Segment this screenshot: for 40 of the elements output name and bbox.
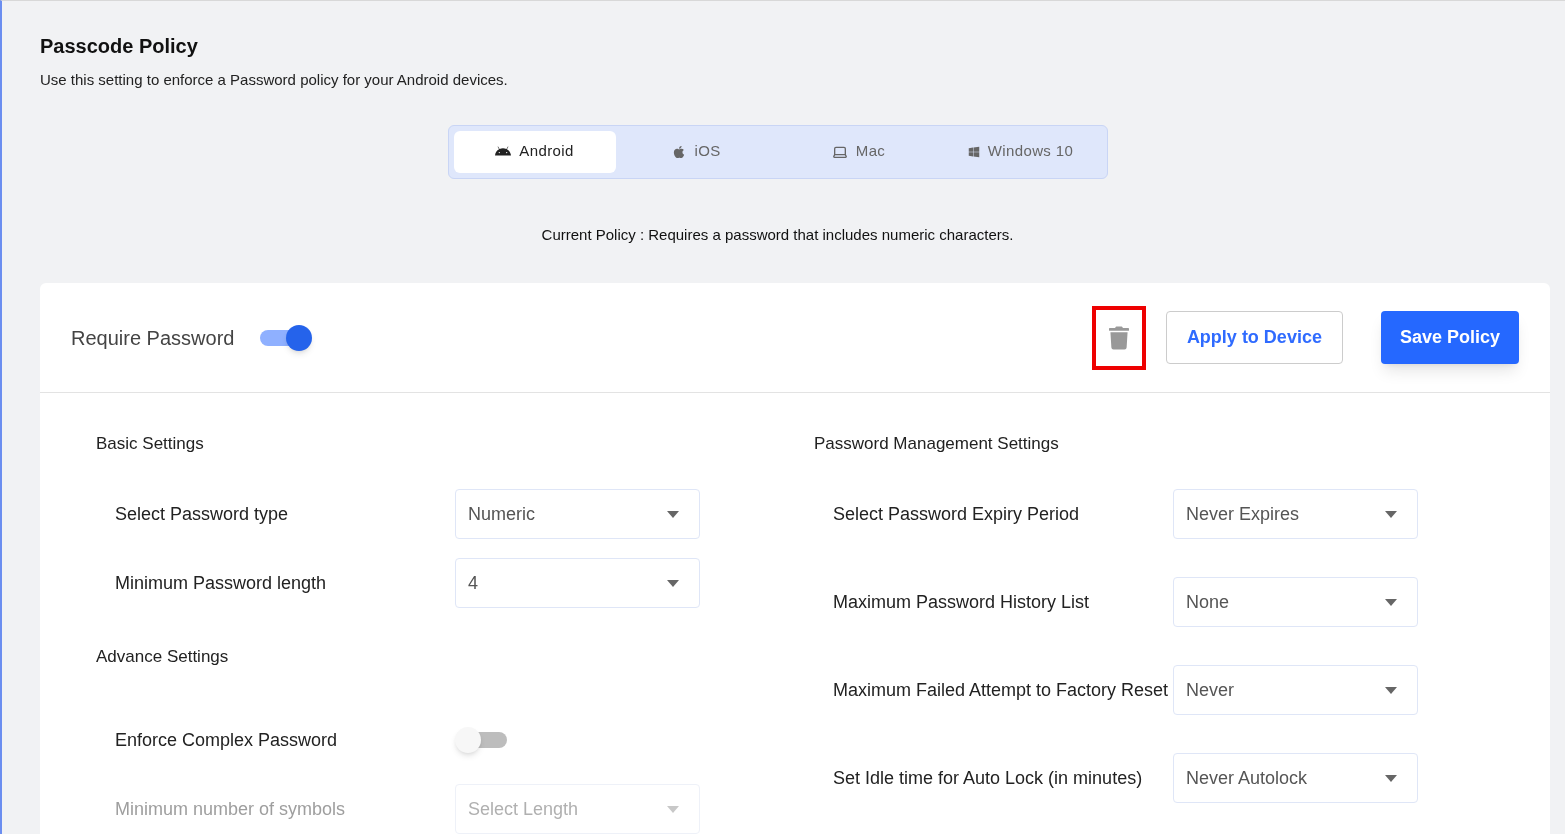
platform-tab[interactable]: Android [453,130,616,173]
section-heading: Advance Settings [96,646,230,668]
apply-to-device-button[interactable]: Apply to Device [1165,311,1343,364]
dropdown-field[interactable]: Never [1173,665,1418,715]
setting-label: Minimum Password length [115,572,328,595]
page-description: Use this setting to enforce a Password policy for your Android devices. [40,70,509,90]
windows-icon [967,145,980,158]
save-policy-button[interactable]: Save Policy [1380,311,1519,364]
platform-tab[interactable]: iOS [615,130,778,173]
setting-label: Maximum Failed Attempt to Factory Reset [833,679,1170,702]
dropdown-field[interactable]: None [1173,577,1418,627]
dropdown-field[interactable]: 4 [455,558,700,608]
setting-label: Select Password Expiry Period [833,503,1081,526]
dropdown-field[interactable]: Numeric [455,489,700,539]
setting-label: Select Password type [115,503,290,526]
require-password-label: Require Password [71,325,235,351]
delete-button[interactable] [1091,305,1146,370]
caret-icon [1385,774,1397,782]
setting-label: Minimum number of symbols [115,798,347,821]
current-policy-text: Current Policy : Requires a password that includes numeric characters. [541,224,1014,245]
setting-label: Maximum Password History List [833,591,1091,614]
toggle-switch[interactable] [455,727,509,753]
trash-icon [1108,324,1129,351]
caret-icon [1385,510,1397,518]
section-heading: Basic Settings [96,433,205,455]
caret-icon [667,805,679,813]
platform-tab[interactable]: Windows 10 [939,130,1102,173]
apple-icon [672,144,687,159]
require-password-toggle[interactable] [258,324,313,351]
setting-label: Enforce Complex Password [115,729,339,752]
caret-icon [667,579,679,587]
caret-icon [667,510,679,518]
page-title: Passcode Policy [40,34,199,59]
dropdown-field[interactable]: Never Expires [1173,489,1418,539]
platform-tab[interactable]: Mac [777,130,940,173]
setting-label: Set Idle time for Auto Lock (in minutes) [833,767,1144,790]
dropdown-field[interactable]: Never Autolock [1173,753,1418,803]
section-heading: Password Management Settings [814,433,1060,455]
caret-icon [1385,686,1397,694]
caret-icon [1385,598,1397,606]
